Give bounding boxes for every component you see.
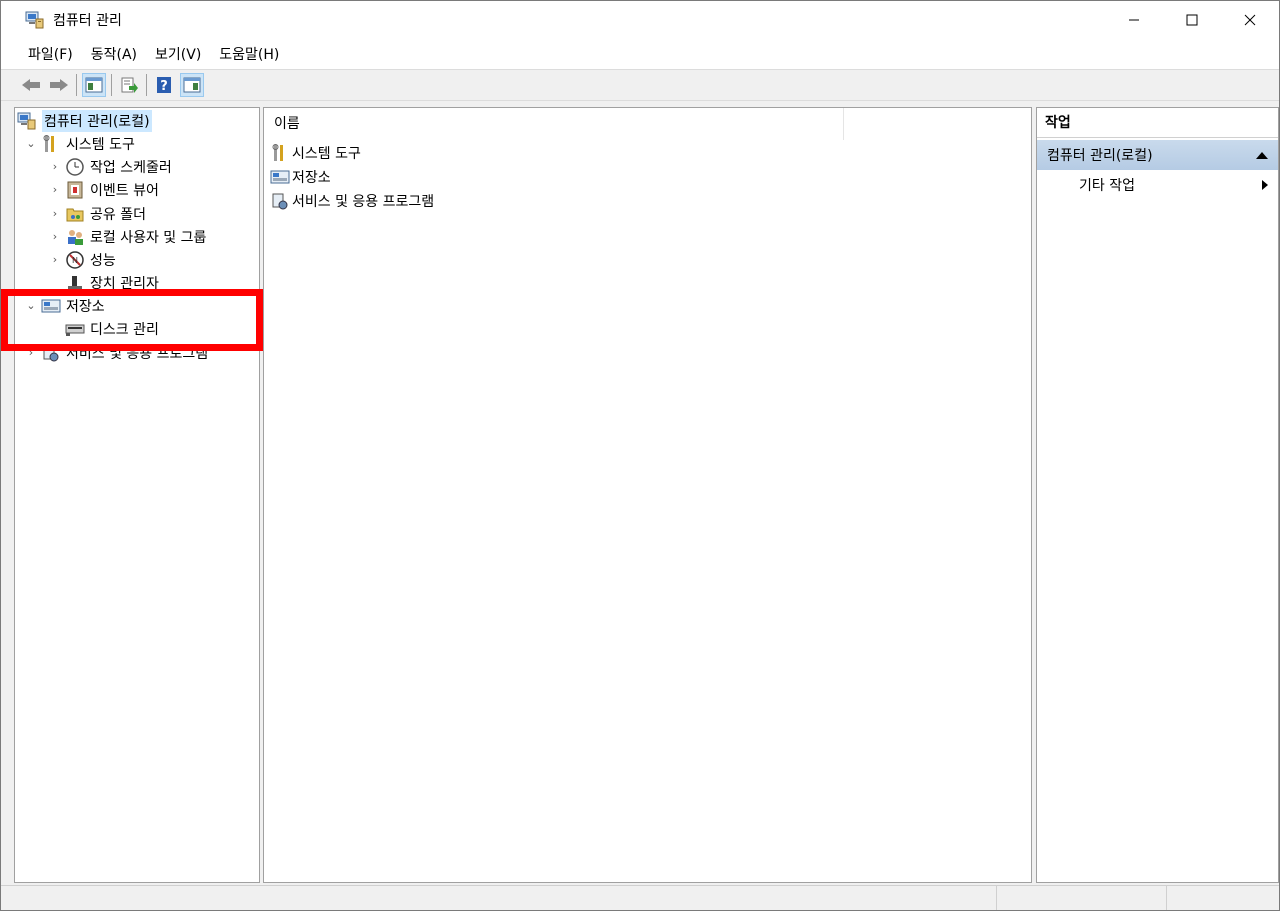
disk-icon [65, 319, 85, 339]
show-hide-action-pane-icon [183, 77, 201, 93]
help-icon: ? [157, 77, 171, 94]
actions-section-computer-management[interactable]: 컴퓨터 관리(로컬) [1037, 140, 1278, 170]
list-item-label: 저장소 [292, 170, 331, 186]
chevron-right-icon[interactable]: › [47, 252, 63, 268]
menu-view[interactable]: 보기(V) [146, 44, 210, 64]
chevron-right-icon[interactable]: › [47, 206, 63, 222]
svg-text:?: ? [160, 79, 168, 94]
tree-label: 저장소 [66, 298, 105, 315]
status-cell [996, 886, 1166, 910]
list-item-system-tools[interactable]: 시스템 도구 [270, 141, 361, 165]
actions-section-label: 컴퓨터 관리(로컬) [1047, 148, 1153, 164]
actions-header: 작업 [1037, 108, 1278, 138]
menu-help[interactable]: 도움말(H) [210, 44, 288, 64]
chevron-right-icon[interactable]: › [47, 229, 63, 245]
chevron-right-icon[interactable]: › [47, 159, 63, 175]
toolbar-separator [146, 74, 147, 96]
tree-item-system-tools[interactable]: ⌄ 시스템 도구 [23, 132, 135, 155]
toolbar-separator [76, 74, 77, 96]
services-icon [41, 343, 61, 363]
device-manager-icon [65, 273, 85, 293]
computer-management-icon [25, 11, 45, 29]
tree-item-performance[interactable]: › N 성능 [47, 248, 116, 271]
export-list-button[interactable] [117, 73, 141, 97]
tree-label: 공유 폴더 [90, 206, 146, 223]
menu-file[interactable]: 파일(F) [19, 44, 82, 64]
minimize-button[interactable] [1105, 1, 1163, 39]
tree-item-local-users-groups[interactable]: › 로컬 사용자 및 그룹 [47, 225, 206, 248]
services-icon [270, 191, 290, 211]
tools-icon [270, 143, 290, 163]
chevron-right-icon[interactable]: › [23, 345, 39, 361]
action-label: 기타 작업 [1079, 178, 1135, 194]
clock-icon [65, 157, 85, 177]
list-item-services-applications[interactable]: 서비스 및 응용 프로그램 [270, 189, 434, 213]
action-more-actions[interactable]: 기타 작업 [1037, 172, 1278, 198]
menu-action[interactable]: 동작(A) [82, 44, 146, 64]
forward-arrow-icon [50, 79, 68, 91]
shared-folder-icon [65, 204, 85, 224]
show-hide-action-pane-button[interactable] [180, 73, 204, 97]
submenu-arrow-icon [1262, 180, 1268, 190]
console-tree-pane: 컴퓨터 관리(로컬) ⌄ 시스템 도구 › 작업 스케줄러 › 이벤트 뷰어 › [14, 107, 260, 883]
tree-label: 컴퓨터 관리(로컬) [42, 109, 152, 132]
close-button[interactable] [1221, 1, 1279, 39]
toolbar: ? [1, 69, 1279, 101]
column-header-name[interactable]: 이름 [264, 108, 844, 140]
tools-icon [41, 134, 61, 154]
help-button[interactable]: ? [152, 73, 176, 97]
svg-text:N: N [72, 256, 78, 265]
tree-item-root[interactable]: 컴퓨터 관리(로컬) [17, 109, 152, 132]
collapse-up-icon[interactable] [1256, 151, 1268, 159]
toolbar-separator [111, 74, 112, 96]
forward-button[interactable] [47, 73, 71, 97]
minimize-icon [1129, 19, 1139, 21]
maximize-icon [1186, 14, 1198, 26]
tree-label: 이벤트 뷰어 [90, 182, 159, 199]
storage-icon [270, 167, 290, 187]
results-pane: 이름 시스템 도구 저장소 서비스 및 응용 프로그램 [263, 107, 1032, 883]
performance-icon: N [65, 250, 85, 270]
title-bar: 컴퓨터 관리 [1, 1, 1279, 39]
tree-item-task-scheduler[interactable]: › 작업 스케줄러 [47, 155, 172, 178]
menu-bar: 파일(F) 동작(A) 보기(V) 도움말(H) [1, 39, 1279, 69]
tree-label: 디스크 관리 [90, 321, 159, 338]
export-list-icon [121, 77, 138, 93]
tree-item-services-applications[interactable]: › 서비스 및 응용 프로그램 [23, 341, 208, 364]
back-arrow-icon [22, 79, 40, 91]
tree-item-disk-management[interactable]: 디스크 관리 [63, 317, 159, 340]
tree-item-device-manager[interactable]: 장치 관리자 [63, 271, 159, 294]
tree-label: 장치 관리자 [90, 275, 159, 292]
tree-label: 성능 [90, 252, 116, 269]
tree-item-event-viewer[interactable]: › 이벤트 뷰어 [47, 178, 159, 201]
users-icon [65, 227, 85, 247]
tree-label: 로컬 사용자 및 그룹 [90, 229, 207, 246]
back-button[interactable] [19, 73, 43, 97]
list-item-label: 서비스 및 응용 프로그램 [292, 194, 435, 210]
status-bar [1, 885, 1279, 910]
window-title: 컴퓨터 관리 [53, 13, 122, 29]
tree-label: 작업 스케줄러 [90, 159, 172, 176]
column-header: 이름 [264, 108, 1031, 140]
computer-management-window: 컴퓨터 관리 파일(F) 동작(A) 보기(V) 도움말(H) ? 컴퓨터 관리… [0, 0, 1280, 911]
event-viewer-icon [65, 180, 85, 200]
actions-pane: 작업 컴퓨터 관리(로컬) 기타 작업 [1036, 107, 1279, 883]
chevron-down-icon[interactable]: ⌄ [23, 136, 39, 152]
window-controls [1105, 1, 1279, 39]
list-item-storage[interactable]: 저장소 [270, 165, 331, 189]
close-icon [1244, 14, 1256, 26]
tree-label: 시스템 도구 [66, 136, 135, 153]
maximize-button[interactable] [1163, 1, 1221, 39]
storage-icon [41, 296, 61, 316]
chevron-down-icon[interactable]: ⌄ [23, 298, 39, 314]
chevron-right-icon[interactable]: › [47, 182, 63, 198]
list-item-label: 시스템 도구 [292, 146, 361, 162]
status-cell [1166, 886, 1279, 910]
show-hide-tree-button[interactable] [82, 73, 106, 97]
tree-item-storage[interactable]: ⌄ 저장소 [23, 294, 105, 317]
tree-label: 서비스 및 응용 프로그램 [66, 345, 209, 362]
show-hide-tree-icon [85, 77, 103, 93]
computer-management-icon [17, 111, 37, 131]
tree-item-shared-folders[interactable]: › 공유 폴더 [47, 202, 146, 225]
